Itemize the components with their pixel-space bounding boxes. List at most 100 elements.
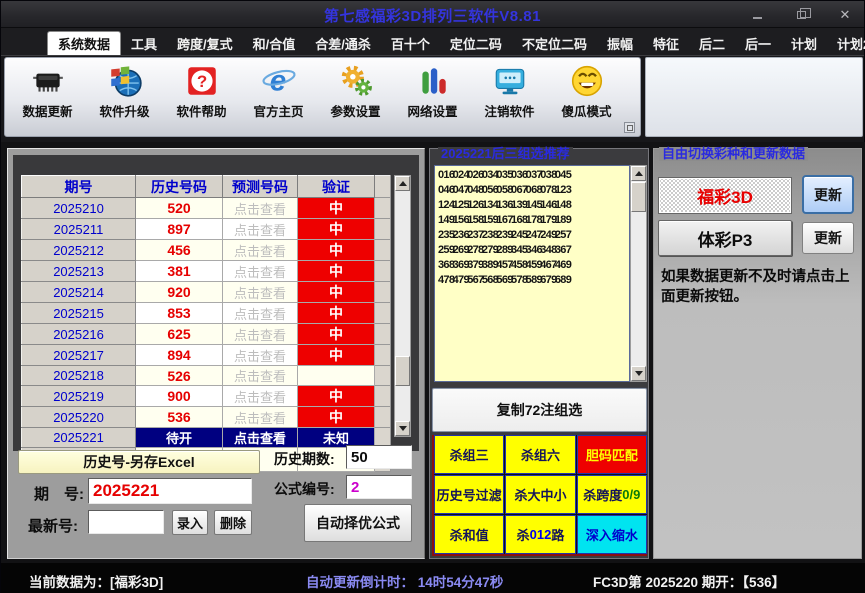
close-button[interactable]: ✕ [834, 6, 856, 24]
tab-13[interactable]: 计划2 [827, 31, 865, 55]
toolbar-row: 数据更新 软件升级? 软件帮助 e 官方主页 参数设置 网络设置 注销软件 傻瓜模式 [1, 56, 864, 142]
toolbar-button-logout-monitor[interactable]: 注销软件 [471, 61, 548, 125]
history-table-scrollbar[interactable] [394, 175, 411, 437]
period-input[interactable]: 2025221 [88, 478, 252, 504]
predict-link[interactable]: 点击查看 [222, 344, 298, 366]
tcp3-button[interactable]: 体彩P3 [658, 220, 792, 256]
tab-9[interactable]: 特征 [643, 31, 689, 55]
copy-72-button[interactable]: 复制72注组选 [432, 388, 647, 432]
kill-sum-button[interactable]: 杀和值 [434, 515, 505, 554]
tab-5[interactable]: 百十个 [381, 31, 440, 55]
main-menu-tabbar: 系统数据 工具 跨度/复式 和/合值 合差/通杀 百十个 定位二码 不定位二码 振幅 特征 后二 后一… [1, 28, 865, 56]
scroll-up-icon[interactable] [631, 166, 646, 181]
export-excel-button[interactable]: 历史号-另存Excel [18, 450, 260, 474]
logout-monitor-icon [492, 63, 528, 99]
network-bars-icon [415, 63, 451, 99]
kill-group3-button[interactable]: 杀组三 [434, 435, 505, 474]
homepage-ie-icon: e [261, 63, 297, 99]
predict-link[interactable]: 点击查看 [222, 406, 298, 428]
recommend-numbers-textarea[interactable]: 016 024 026 034 035 036 037 038 045 046 … [434, 165, 630, 382]
tab-10[interactable]: 后二 [689, 31, 735, 55]
scrollbar-thumb[interactable] [395, 356, 410, 386]
tab-7[interactable]: 不定位二码 [512, 31, 597, 55]
svg-text:e: e [269, 65, 285, 98]
table-row: 2025210 520 点击查看中 [21, 197, 391, 219]
restore-button[interactable] [790, 6, 812, 24]
toolbar-button-network-bars[interactable]: 网络设置 [394, 61, 471, 125]
status-bar: 当前数据为：[福彩3D] 自动更新倒计时： 14时54分47秒 FC3D第 20… [1, 563, 865, 593]
deep-shrink-button[interactable]: 深入缩水 [576, 515, 647, 554]
recommend-scrollbar[interactable] [630, 165, 647, 382]
tab-2[interactable]: 跨度/复式 [167, 31, 243, 55]
table-row: 2025213 381 点击查看中 [21, 260, 391, 282]
predict-link[interactable]: 点击查看 [222, 239, 298, 261]
tab-0[interactable]: 系统数据 [47, 31, 122, 55]
tab-8[interactable]: 振幅 [597, 31, 643, 55]
danma-match-button[interactable]: 胆码匹配 [576, 435, 647, 474]
predict-link[interactable]: 点击查看 [222, 218, 298, 240]
kill-big-mid-small-button[interactable]: 杀大中小 [505, 475, 576, 514]
switch-panel: 自由切换彩种和更新数据 福彩3D 更新 体彩P3 更新 如果数据更新不及时请点击… [653, 147, 862, 559]
kill-group6-button[interactable]: 杀组六 [505, 435, 576, 474]
toolbar-button-upgrade-globe[interactable]: 软件升级 [86, 61, 163, 125]
table-row: 2025214 920 点击查看中 [21, 281, 391, 303]
toolbar-items: 数据更新 软件升级? 软件帮助 e 官方主页 参数设置 网络设置 注销软件 傻瓜模式 [9, 61, 625, 125]
predict-link[interactable]: 点击查看 [222, 197, 298, 219]
update-note-text: 如果数据更新不及时请点击上面更新按钮。 [661, 269, 850, 306]
predict-link[interactable]: 点击查看 [222, 302, 298, 324]
history-count-input[interactable]: 50 [346, 445, 412, 469]
predict-link[interactable]: 点击查看 [222, 427, 298, 448]
tab-12[interactable]: 计划 [781, 31, 827, 55]
fc3d-button[interactable]: 福彩3D [658, 177, 792, 214]
table-row: 2025219 900 点击查看中 [21, 385, 391, 407]
latest-number-input[interactable] [88, 510, 164, 534]
scroll-down-icon[interactable] [395, 421, 410, 436]
tab-4[interactable]: 合差/通杀 [305, 31, 381, 55]
scroll-up-icon[interactable] [395, 176, 410, 191]
table-row: 2025216 625 点击查看中 [21, 323, 391, 345]
history-filter-button[interactable]: 历史号过滤 [434, 475, 505, 514]
restore-icon [796, 7, 811, 19]
recommend-panel-title: 2025221后三组选推荐 [438, 147, 573, 161]
tab-11[interactable]: 后一 [735, 31, 781, 55]
update-fc3d-button[interactable]: 更新 [802, 175, 854, 214]
toolbar-band: 数据更新 软件升级? 软件帮助 e 官方主页 参数设置 网络设置 注销软件 傻瓜模式 [4, 57, 641, 137]
enter-button[interactable]: 录入 [172, 510, 208, 535]
toolbar-button-settings-gears[interactable]: 参数设置 [317, 61, 394, 125]
kill-span-button[interactable]: 杀跨度 0/9 [576, 475, 647, 514]
predict-link[interactable]: 点击查看 [222, 281, 298, 303]
table-row: 2025217 894 点击查看中 [21, 344, 391, 366]
chip-icon [30, 63, 66, 99]
minimize-icon [752, 16, 762, 19]
toolbar-button-homepage-ie[interactable]: e 官方主页 [240, 61, 317, 125]
toolbar-button-help-question[interactable]: ? 软件帮助 [163, 61, 240, 125]
predict-link[interactable]: 点击查看 [222, 260, 298, 282]
table-row-pending: 2025221 待开 点击查看 未知 [21, 427, 391, 448]
recommend-panel: 2025221后三组选推荐 016 024 026 034 035 036 03… [429, 147, 649, 559]
kill-012-road-button[interactable]: 杀 012 路 [505, 515, 576, 554]
tab-1[interactable]: 工具 [121, 31, 167, 55]
tab-3[interactable]: 和/合值 [243, 31, 306, 55]
scroll-down-icon[interactable] [631, 366, 646, 381]
help-question-icon: ? [184, 63, 220, 99]
history-panel: 期号 历史号码 预测号码 验证 2025210 520 点击查看中 2025211 897 点击查… [7, 148, 425, 559]
minimize-button[interactable] [746, 6, 768, 24]
formula-no-label: 公式编号: [274, 481, 335, 497]
delete-button[interactable]: 删除 [214, 510, 252, 535]
formula-no-input[interactable]: 2 [346, 475, 412, 499]
predict-link[interactable]: 点击查看 [222, 365, 298, 386]
svg-text:?: ? [196, 72, 206, 91]
predict-link[interactable]: 点击查看 [222, 323, 298, 345]
update-tcp3-button[interactable]: 更新 [802, 222, 854, 254]
toolbar-overflow-grip-icon[interactable] [624, 122, 635, 133]
auto-formula-button[interactable]: 自动择优公式 [304, 504, 412, 542]
title-bar: 第七感福彩3D排列三软件V8.81 ✕ [1, 1, 864, 28]
scrollbar-thumb[interactable] [631, 182, 646, 212]
content-area: 期号 历史号码 预测号码 验证 2025210 520 点击查看中 2025211 897 点击查… [1, 142, 865, 563]
tab-6[interactable]: 定位二码 [440, 31, 512, 55]
table-header-row: 期号 历史号码 预测号码 验证 [21, 175, 391, 198]
toolbar-button-easy-mode-smiley[interactable]: 傻瓜模式 [548, 61, 625, 125]
toolbar-button-chip[interactable]: 数据更新 [9, 61, 86, 125]
latest-number-label: 最新号: [28, 518, 78, 535]
predict-link[interactable]: 点击查看 [222, 385, 298, 407]
